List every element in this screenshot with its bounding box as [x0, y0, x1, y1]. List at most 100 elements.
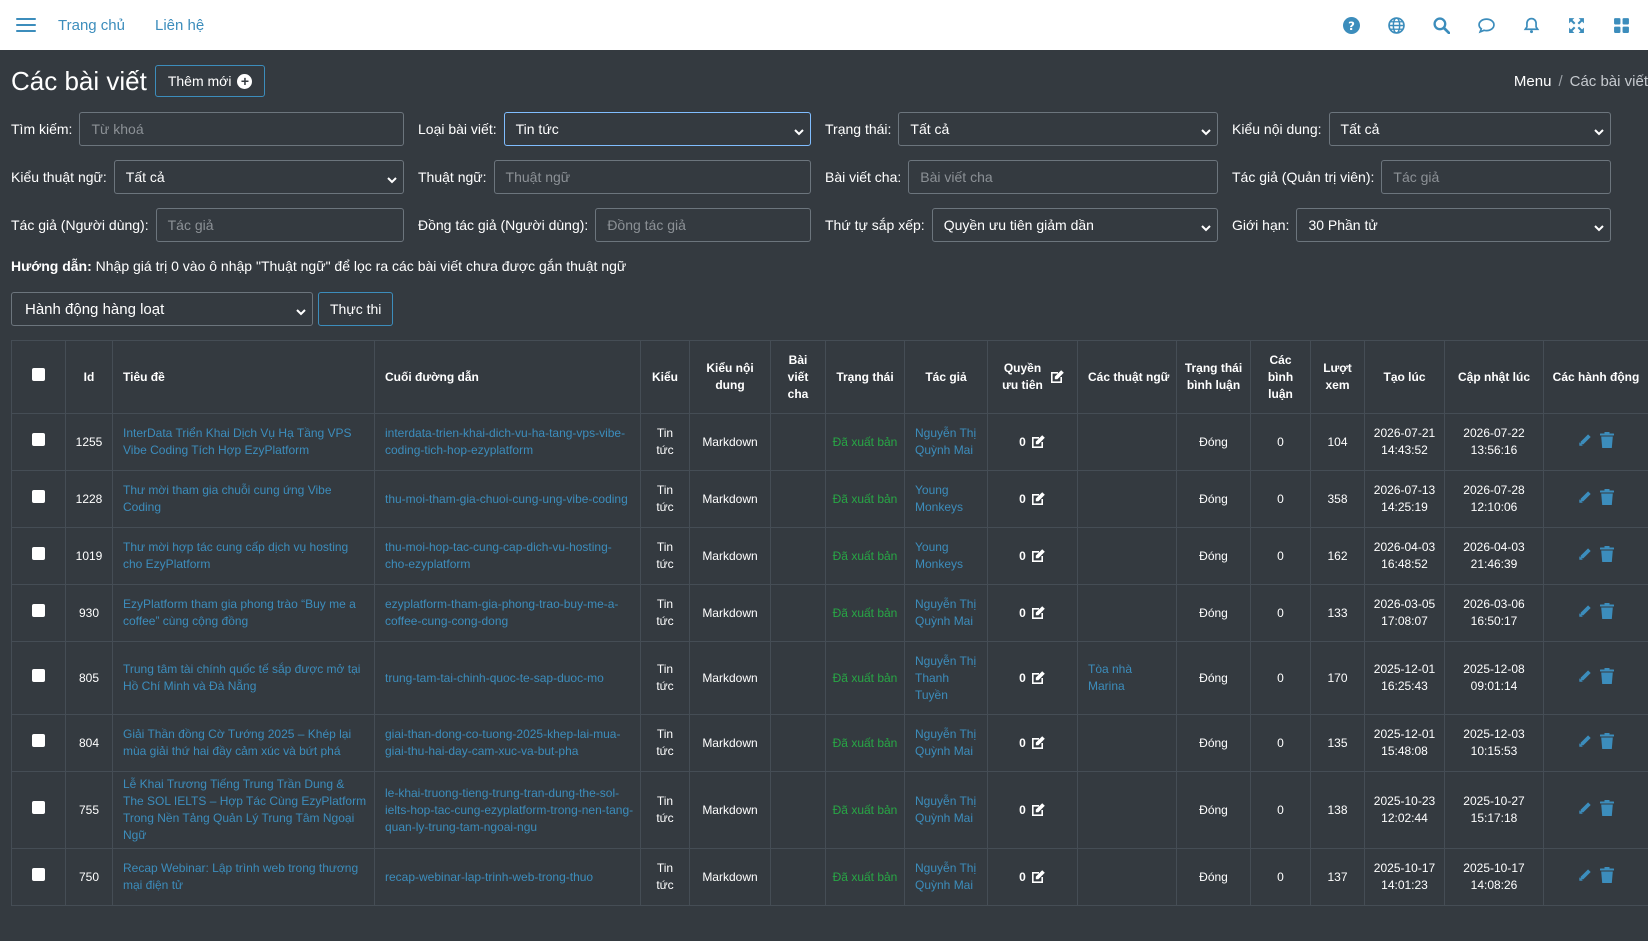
row-title-cell: InterData Triển Khai Dịch Vụ Hạ Tầng VPS… — [112, 413, 375, 471]
edit-priority-icon[interactable] — [1030, 670, 1046, 686]
run-bulk-button[interactable]: Thực thi — [318, 292, 394, 326]
table-row: 804 Giải Thần đồng Cờ Tướng 2025 – Khép l… — [11, 714, 1648, 772]
row-author-link[interactable]: Nguyễn Thị Quỳnh Mai — [915, 426, 976, 457]
coauthor-input[interactable]: Đồng tác giả — [595, 208, 811, 242]
row-author-link[interactable]: Nguyễn Thị Quỳnh Mai — [915, 861, 976, 892]
row-checkbox[interactable] — [32, 868, 45, 881]
author-user-input[interactable]: Tác giả — [155, 208, 404, 242]
row-updated-time: 12:10:06 — [1470, 500, 1518, 514]
pencil-icon[interactable] — [1578, 546, 1592, 567]
limit-select[interactable]: 30 Phần tử — [1296, 208, 1611, 242]
pencil-icon[interactable] — [1578, 800, 1592, 821]
trash-icon[interactable] — [1600, 488, 1614, 510]
edit-priority-icon[interactable] — [1049, 369, 1065, 385]
edit-priority-icon[interactable] — [1030, 491, 1046, 507]
row-slug-link[interactable]: giai-than-dong-co-tuong-2025-khep-lai-mu… — [385, 727, 620, 758]
pencil-icon[interactable] — [1578, 668, 1592, 689]
row-status-cell: Đã xuất bản — [825, 771, 905, 849]
pencil-icon[interactable] — [1578, 867, 1592, 888]
menu-toggle-icon[interactable] — [16, 15, 36, 35]
row-title-link[interactable]: Thư mời hợp tác cung cấp dịch vụ hosting… — [123, 540, 348, 571]
edit-priority-icon[interactable] — [1030, 548, 1046, 564]
row-author-link[interactable]: Young Monkeys — [915, 540, 963, 571]
pencil-icon[interactable] — [1578, 603, 1592, 624]
expand-icon[interactable] — [1565, 14, 1587, 36]
row-slug-link[interactable]: thu-moi-tham-gia-chuoi-cung-ung-vibe-cod… — [385, 492, 628, 506]
trash-icon[interactable] — [1600, 866, 1614, 888]
edit-priority-icon[interactable] — [1030, 605, 1046, 621]
header-slug[interactable]: Cuối đường dẫn — [374, 340, 641, 414]
select-all-checkbox[interactable] — [32, 368, 45, 381]
term-type-select[interactable]: Tất cả — [113, 160, 404, 194]
nav-link-home[interactable]: Trang chủ — [58, 17, 125, 34]
row-title-link[interactable]: EzyPlatform tham gia phong trào “Buy me … — [123, 597, 356, 628]
sort-select[interactable]: Quyền ưu tiên giảm dần — [931, 208, 1218, 242]
row-priority: 0 — [1019, 434, 1026, 449]
parent-input[interactable]: Bài viết cha — [908, 160, 1218, 194]
edit-priority-icon[interactable] — [1030, 802, 1046, 818]
post-type-select[interactable]: Tin tức — [503, 112, 811, 146]
row-checkbox[interactable] — [32, 801, 45, 814]
select-all-header — [11, 340, 66, 414]
row-title-link[interactable]: Giải Thần đồng Cờ Tướng 2025 – Khép lại … — [123, 727, 351, 758]
status-select[interactable]: Tất cả — [898, 112, 1218, 146]
row-checkbox[interactable] — [32, 669, 45, 682]
row-checkbox[interactable] — [32, 433, 45, 446]
row-slug-link[interactable]: interdata-trien-khai-dich-vu-ha-tang-vps… — [385, 426, 625, 457]
row-term-link[interactable]: Tòa nhà Marina — [1088, 662, 1132, 693]
row-slug-link[interactable]: trung-tam-tai-chinh-quoc-te-sap-duoc-mo — [385, 671, 604, 685]
row-title-link[interactable]: Recap Webinar: Lập trình web trong thươn… — [123, 861, 358, 892]
comments-icon[interactable] — [1475, 14, 1497, 36]
row-title-link[interactable]: Thư mời tham gia chuỗi cung ứng Vibe Cod… — [123, 483, 332, 514]
edit-priority-icon[interactable] — [1030, 869, 1046, 885]
trash-icon[interactable] — [1600, 545, 1614, 567]
add-post-button[interactable]: Thêm mới + — [154, 65, 266, 97]
row-checkbox[interactable] — [32, 547, 45, 560]
row-priority-cell: 0 — [987, 641, 1078, 715]
question-circle-icon[interactable]: ? — [1340, 14, 1362, 36]
row-author-link[interactable]: Nguyễn Thị Quỳnh Mai — [915, 794, 976, 825]
edit-priority-icon[interactable] — [1030, 735, 1046, 751]
author-admin-input[interactable]: Tác giả — [1381, 160, 1611, 194]
pencil-icon[interactable] — [1578, 733, 1592, 754]
pencil-icon[interactable] — [1578, 432, 1592, 453]
bell-icon[interactable] — [1520, 14, 1542, 36]
content-type-select[interactable]: Tất cả — [1328, 112, 1611, 146]
trash-icon[interactable] — [1600, 732, 1614, 754]
pencil-icon[interactable] — [1578, 489, 1592, 510]
search-label: Tìm kiếm: — [11, 121, 73, 137]
search-input[interactable]: Từ khoá — [79, 112, 404, 146]
trash-icon[interactable] — [1600, 431, 1614, 453]
search-icon[interactable] — [1430, 14, 1452, 36]
row-title-link[interactable]: Lễ Khai Trương Tiếng Trung Trần Dung & T… — [123, 777, 366, 842]
header-id[interactable]: Id — [65, 340, 113, 414]
trash-icon[interactable] — [1600, 667, 1614, 689]
row-created-time: 16:25:43 — [1381, 679, 1428, 693]
row-checkbox[interactable] — [32, 734, 45, 747]
trash-icon[interactable] — [1600, 602, 1614, 624]
row-slug-link[interactable]: recap-webinar-lap-trinh-web-trong-thuo — [385, 870, 593, 884]
row-slug-link[interactable]: le-khai-truong-tieng-trung-tran-dung-the… — [385, 786, 633, 834]
trash-icon[interactable] — [1600, 799, 1614, 821]
nav-link-contact[interactable]: Liên hệ — [155, 17, 204, 34]
row-author-link[interactable]: Nguyễn Thị Quỳnh Mai — [915, 597, 976, 628]
row-author-link[interactable]: Nguyễn Thị Quỳnh Mai — [915, 727, 976, 758]
globe-icon[interactable] — [1385, 14, 1407, 36]
row-checkbox[interactable] — [32, 490, 45, 503]
row-title-link[interactable]: InterData Triển Khai Dịch Vụ Hạ Tầng VPS… — [123, 426, 352, 457]
edit-priority-icon[interactable] — [1030, 434, 1046, 450]
header-title[interactable]: Tiêu đề — [112, 340, 375, 414]
row-slug-cell: trung-tam-tai-chinh-quoc-te-sap-duoc-mo — [374, 641, 641, 715]
row-author-link[interactable]: Nguyễn Thị Thanh Tuyền — [915, 654, 976, 702]
th-large-icon[interactable] — [1610, 14, 1632, 36]
row-checkbox[interactable] — [32, 604, 45, 617]
row-comment-status: Đóng — [1176, 714, 1251, 772]
breadcrumb-menu[interactable]: Menu — [1514, 73, 1552, 90]
term-input[interactable]: Thuật ngữ — [493, 160, 811, 194]
row-slug-link[interactable]: ezyplatform-tham-gia-phong-trao-buy-me-a… — [385, 597, 618, 628]
row-author-link[interactable]: Young Monkeys — [915, 483, 963, 514]
bulk-action-select[interactable]: Hành động hàng loạt — [11, 292, 313, 326]
term-type-value: Tất cả — [125, 169, 165, 185]
row-slug-link[interactable]: thu-moi-hop-tac-cung-cap-dich-vu-hosting… — [385, 540, 612, 571]
row-title-link[interactable]: Trung tâm tài chính quốc tế sắp được mở … — [123, 662, 360, 693]
